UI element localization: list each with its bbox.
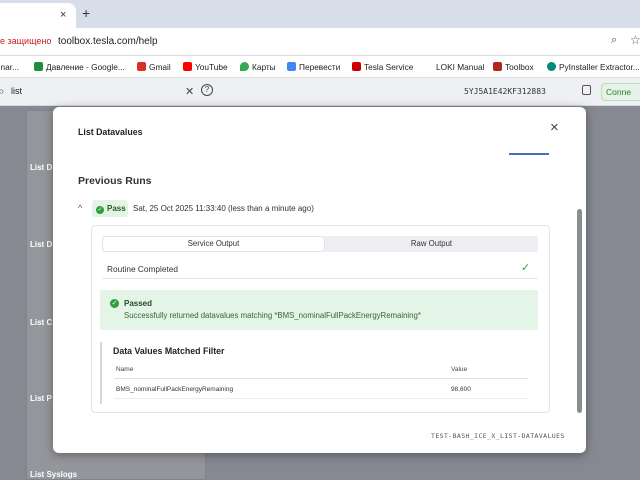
bookmark-item[interactable]: PyInstaller Extractor... (547, 62, 640, 72)
tab-service-output[interactable]: Service Output (103, 237, 324, 251)
tab-raw-output[interactable]: Raw Output (326, 237, 537, 251)
table-cell-name: BMS_nominalFullPackEnergyRemaining (116, 386, 234, 393)
check-circle-icon: ✓ (96, 206, 104, 214)
search-icon: ⌕ (0, 84, 5, 98)
tab-strip: × + (0, 0, 640, 28)
divider (114, 398, 528, 399)
maps-icon (240, 62, 249, 71)
list-datavalues-modal: List Datavalues × Previous Runs ^ ✓ Pass … (53, 107, 586, 453)
translate-icon (287, 62, 296, 71)
copy-icon[interactable] (582, 85, 591, 95)
connect-label: Conne (606, 87, 632, 97)
url-field[interactable]: toolbox.tesla.com/help (58, 36, 158, 47)
pyinstaller-icon (547, 62, 556, 71)
address-bar: е защищено toolbox.tesla.com/help ⌕ ☆ (0, 28, 640, 56)
matched-values-section: Data Values Matched Filter Name Value BM… (100, 342, 538, 404)
vin-label: 5YJ5A1E42KF312883 (464, 87, 546, 96)
close-icon[interactable]: × (550, 119, 559, 136)
bookmark-item[interactable]: llinar... (0, 62, 19, 72)
test-id-footer: TEST-BASH_ICE_X_LIST-DATAVALUES (431, 432, 565, 440)
column-header-name: Name (116, 366, 134, 373)
bookmarks-bar: llinar... Давление - Google... Gmail You… (0, 56, 640, 78)
bookmark-item[interactable]: Tesla Service (352, 62, 413, 72)
passed-alert: ✓ Passed Successfully returned datavalue… (100, 290, 538, 330)
tesla-icon (352, 62, 361, 71)
passed-title: Passed (124, 299, 153, 308)
divider (102, 278, 538, 279)
previous-runs-heading: Previous Runs (78, 175, 152, 187)
browser-tab[interactable]: × (0, 3, 76, 28)
close-tab-icon[interactable]: × (60, 9, 66, 21)
new-tab-button[interactable]: + (82, 5, 90, 21)
output-tabs: Service Output Raw Output (102, 236, 538, 252)
passed-message: Successfully returned datavalues matchin… (124, 311, 421, 320)
run-timestamp: Sat, 25 Oct 2025 11:33:40 (less than a m… (133, 204, 314, 213)
clear-search-icon[interactable]: ✕ (185, 85, 194, 98)
matched-values-title: Data Values Matched Filter (113, 346, 225, 356)
sidebar-item[interactable]: List C (30, 318, 52, 327)
bookmark-item[interactable]: Перевести (287, 62, 340, 72)
sidebar-item[interactable]: List Syslogs (30, 470, 77, 479)
check-icon: ✓ (521, 262, 531, 274)
not-secure-label[interactable]: е защищено (0, 36, 51, 46)
sidebar-item[interactable]: List D (30, 163, 52, 172)
bookmark-item[interactable]: Карты (240, 62, 276, 72)
routine-status: Routine Completed (107, 264, 179, 274)
tab-indicator (509, 153, 549, 155)
bookmark-item[interactable]: Toolbox (493, 62, 534, 72)
column-header-value: Value (451, 366, 468, 373)
check-circle-icon: ✓ (110, 299, 119, 308)
collapse-chevron-icon[interactable]: ^ (78, 203, 82, 213)
app-toolbar: ⌕ list ✕ ? 5YJ5A1E42KF312883 Conne (0, 78, 640, 106)
modal-title: List Datavalues (78, 127, 143, 137)
bookmark-favicon-icon (34, 62, 43, 71)
bookmark-item[interactable]: Давление - Google... (34, 62, 125, 72)
table-cell-value: 98.600 (451, 386, 471, 393)
youtube-icon (183, 62, 192, 71)
help-icon[interactable]: ? (201, 84, 213, 96)
modal-scrollbar[interactable] (577, 209, 582, 413)
run-details-card: Service Output Raw Output Routine Comple… (91, 225, 550, 413)
sidebar-item[interactable]: List P (30, 394, 52, 403)
connect-button[interactable]: Conne (601, 83, 640, 101)
bookmark-star-icon[interactable]: ☆ (630, 33, 640, 47)
toolbox-icon (493, 62, 502, 71)
divider (114, 378, 528, 379)
sidebar-item[interactable]: List D (30, 240, 52, 249)
zoom-icon[interactable]: ⌕ (611, 34, 617, 47)
bookmark-item[interactable]: LOKI Manual (436, 62, 484, 72)
bookmark-item[interactable]: Gmail (137, 62, 171, 72)
status-badge: ✓ Pass (92, 200, 128, 217)
gmail-icon (137, 62, 146, 71)
search-input[interactable]: list (11, 86, 22, 96)
bookmark-item[interactable]: YouTube (183, 62, 228, 72)
